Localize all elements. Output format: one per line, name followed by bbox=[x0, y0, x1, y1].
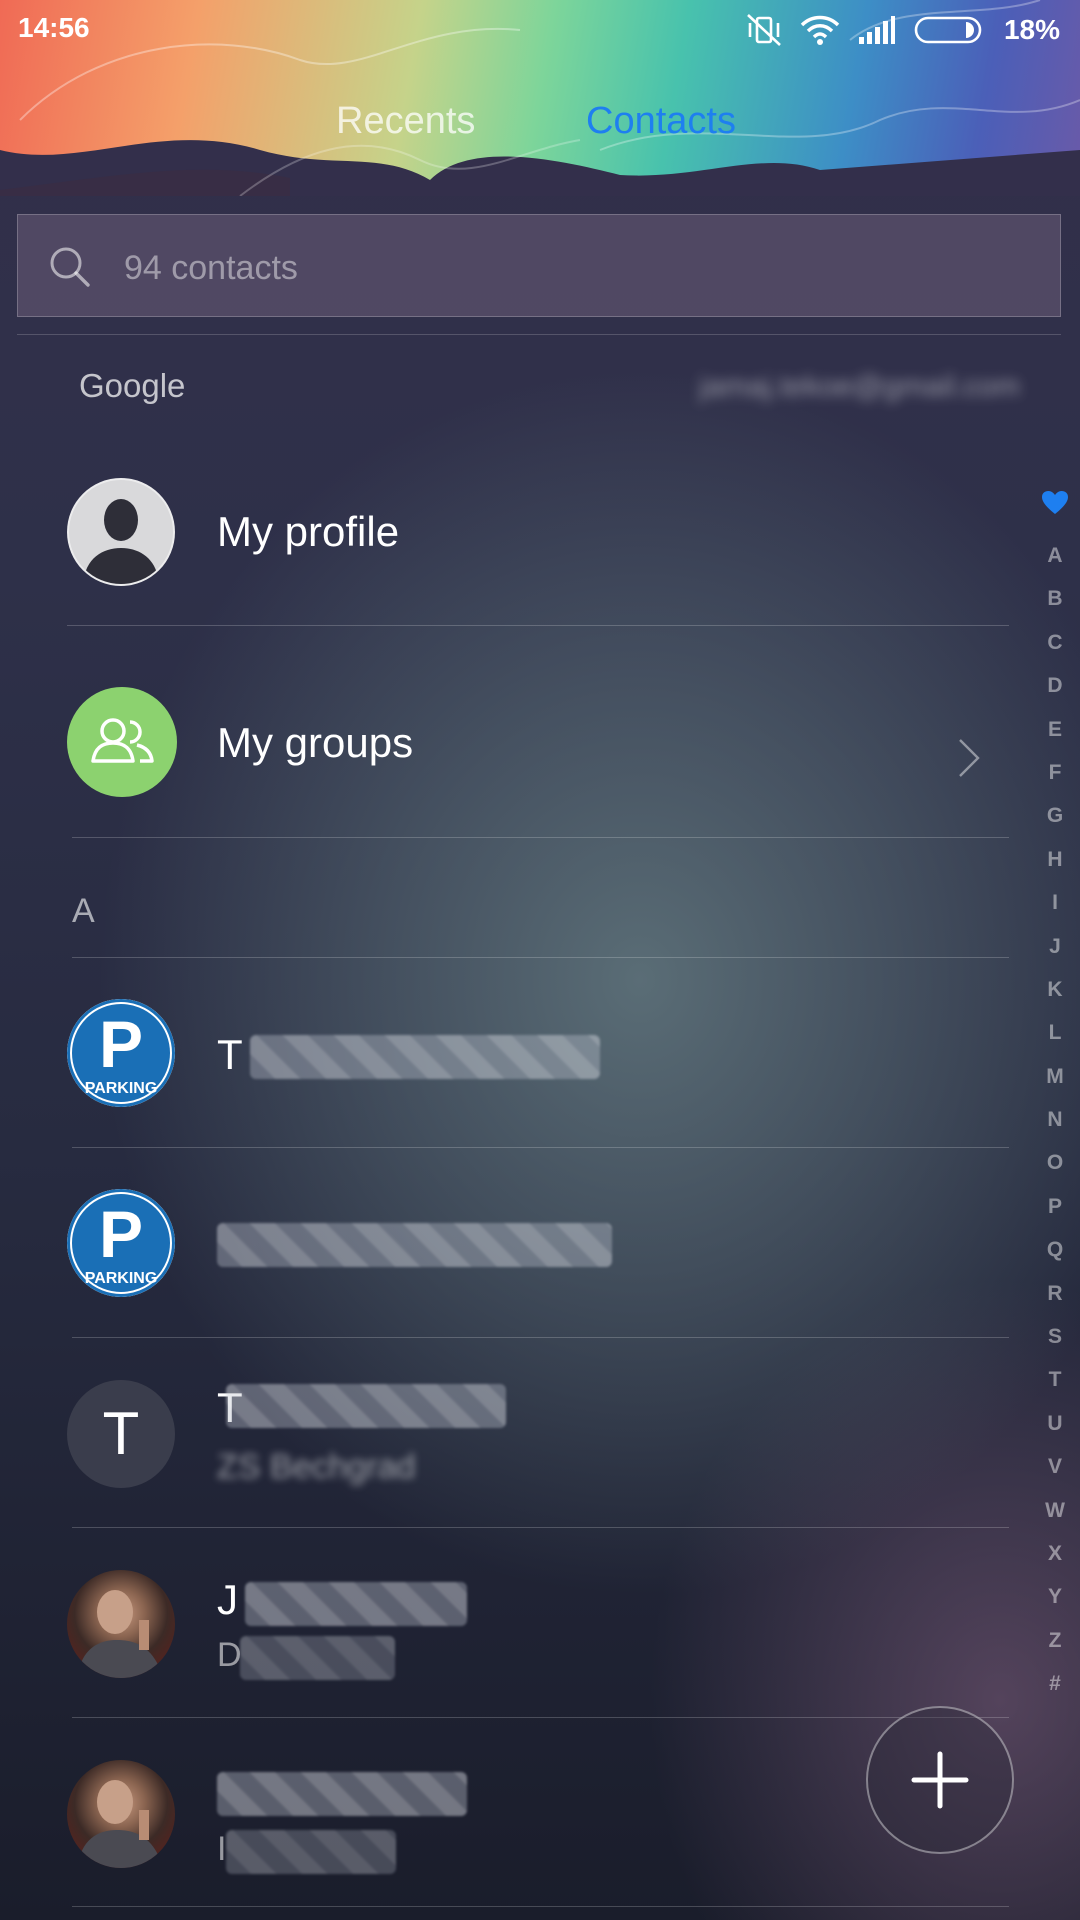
parking-letter: P bbox=[99, 1007, 143, 1081]
contact-row[interactable]: T T ZS Bechgrad bbox=[0, 1380, 1010, 1492]
redacted-subtitle bbox=[226, 1830, 396, 1874]
parking-sign-avatar: P PARKING bbox=[67, 1189, 175, 1297]
alpha-index-letter[interactable]: Z bbox=[1040, 1619, 1070, 1662]
tab-contacts[interactable]: Contacts bbox=[586, 100, 736, 143]
alpha-index-letter[interactable]: E bbox=[1040, 708, 1070, 751]
alpha-index-letter[interactable]: K bbox=[1040, 968, 1070, 1011]
person-silhouette-icon bbox=[67, 478, 175, 586]
redacted-name bbox=[226, 1384, 506, 1428]
alpha-index-letter[interactable]: I bbox=[1040, 881, 1070, 924]
divider bbox=[72, 1527, 1009, 1528]
divider bbox=[17, 334, 1061, 335]
contact-row[interactable]: I bbox=[0, 1760, 1010, 1874]
account-label: Google bbox=[79, 367, 186, 404]
alpha-index-letter[interactable]: T bbox=[1040, 1358, 1070, 1401]
contact-subtitle: D bbox=[217, 1636, 242, 1674]
group-icon bbox=[67, 687, 177, 797]
alpha-index-letter[interactable]: F bbox=[1040, 751, 1070, 794]
alpha-index-letter[interactable]: D bbox=[1040, 664, 1070, 707]
redacted-name bbox=[250, 1035, 600, 1079]
status-time: 14:56 bbox=[18, 12, 90, 43]
battery-icon bbox=[914, 16, 982, 44]
contact-row[interactable]: P PARKING T bbox=[0, 999, 1010, 1111]
alpha-index-letter[interactable]: B bbox=[1040, 577, 1070, 620]
divider bbox=[72, 1906, 1009, 1907]
alpha-index-letter[interactable]: N bbox=[1040, 1098, 1070, 1141]
redacted-subtitle bbox=[240, 1636, 395, 1680]
tab-recents[interactable]: Recents bbox=[336, 100, 475, 143]
contact-photo-avatar bbox=[67, 1570, 175, 1678]
contact-name: T bbox=[217, 1031, 243, 1078]
search-icon bbox=[50, 247, 90, 287]
add-contact-button[interactable] bbox=[866, 1706, 1014, 1854]
divider bbox=[67, 625, 1009, 626]
my-profile-label: My profile bbox=[217, 508, 400, 555]
divider bbox=[72, 1337, 1009, 1338]
contact-photo-avatar bbox=[67, 1760, 175, 1868]
contact-subtitle: ZS Bechgrad bbox=[217, 1448, 416, 1486]
alpha-index-letter[interactable]: C bbox=[1040, 621, 1070, 664]
alpha-index-letter[interactable]: L bbox=[1040, 1011, 1070, 1054]
alpha-index-letter[interactable]: Y bbox=[1040, 1575, 1070, 1618]
plus-icon bbox=[911, 1751, 969, 1809]
alpha-index-letter[interactable]: U bbox=[1040, 1402, 1070, 1445]
redacted-name bbox=[245, 1582, 467, 1626]
account-email: jamaj.tekoe@gmail.com bbox=[699, 370, 1020, 403]
vibrate-off-icon bbox=[747, 14, 781, 46]
alpha-index-letter[interactable]: M bbox=[1040, 1055, 1070, 1098]
parking-label: PARKING bbox=[85, 1270, 158, 1287]
divider bbox=[72, 957, 1009, 958]
letter-avatar: T bbox=[67, 1380, 175, 1488]
search-input[interactable] bbox=[122, 239, 1006, 297]
my-groups-row[interactable]: My groups bbox=[0, 687, 1010, 837]
header: 14:56 18% Recents Contacts bbox=[0, 0, 1080, 196]
redacted-name bbox=[217, 1223, 612, 1267]
section-header: A bbox=[72, 892, 95, 930]
alpha-index-letter[interactable]: Q bbox=[1040, 1228, 1070, 1271]
contact-name: J bbox=[217, 1576, 238, 1623]
alpha-index-letter[interactable]: R bbox=[1040, 1272, 1070, 1315]
alpha-index-letter[interactable]: P bbox=[1040, 1185, 1070, 1228]
alpha-index-letter[interactable]: X bbox=[1040, 1532, 1070, 1575]
alpha-index-letter[interactable]: A bbox=[1040, 534, 1070, 577]
parking-letter: P bbox=[99, 1197, 143, 1271]
wifi-icon bbox=[800, 15, 840, 45]
search-bar[interactable] bbox=[17, 214, 1061, 317]
status-icons: 18% bbox=[746, 12, 1060, 48]
my-groups-label: My groups bbox=[217, 719, 414, 766]
tab-bar: Recents Contacts bbox=[0, 100, 1080, 160]
alpha-index-letter[interactable]: W bbox=[1040, 1489, 1070, 1532]
alpha-index-letter[interactable]: H bbox=[1040, 838, 1070, 881]
alpha-index-letter[interactable]: # bbox=[1040, 1662, 1070, 1705]
contact-row[interactable]: P PARKING bbox=[0, 1189, 1010, 1301]
avatar-letter: T bbox=[102, 1400, 140, 1467]
chevron-right-icon bbox=[959, 739, 980, 777]
parking-label: PARKING bbox=[85, 1080, 158, 1097]
contact-row[interactable]: J D bbox=[0, 1570, 1010, 1682]
alphabet-letters: A B C D E F G H I J K L M N O P Q R S T U V W X Y Z # bbox=[1040, 534, 1070, 1706]
divider bbox=[72, 837, 1009, 838]
alpha-index-letter[interactable]: S bbox=[1040, 1315, 1070, 1358]
alpha-index-letter[interactable]: G bbox=[1040, 794, 1070, 837]
signal-icon bbox=[858, 16, 895, 44]
parking-sign-avatar: P PARKING bbox=[67, 999, 175, 1107]
alpha-index-letter[interactable]: O bbox=[1040, 1141, 1070, 1184]
alphabet-index[interactable]: A B C D E F G H I J K L M N O P Q R S T U V W X Y Z # bbox=[1040, 490, 1070, 1706]
alpha-index-letter[interactable]: J bbox=[1040, 925, 1070, 968]
my-profile-row[interactable]: My profile bbox=[0, 478, 1010, 628]
divider bbox=[72, 1147, 1009, 1148]
favorites-heart-icon[interactable] bbox=[1040, 490, 1070, 534]
status-bar: 14:56 18% bbox=[0, 10, 1080, 50]
battery-percent: 18% bbox=[1003, 14, 1060, 45]
redacted-name bbox=[217, 1772, 467, 1816]
alpha-index-letter[interactable]: V bbox=[1040, 1445, 1070, 1488]
